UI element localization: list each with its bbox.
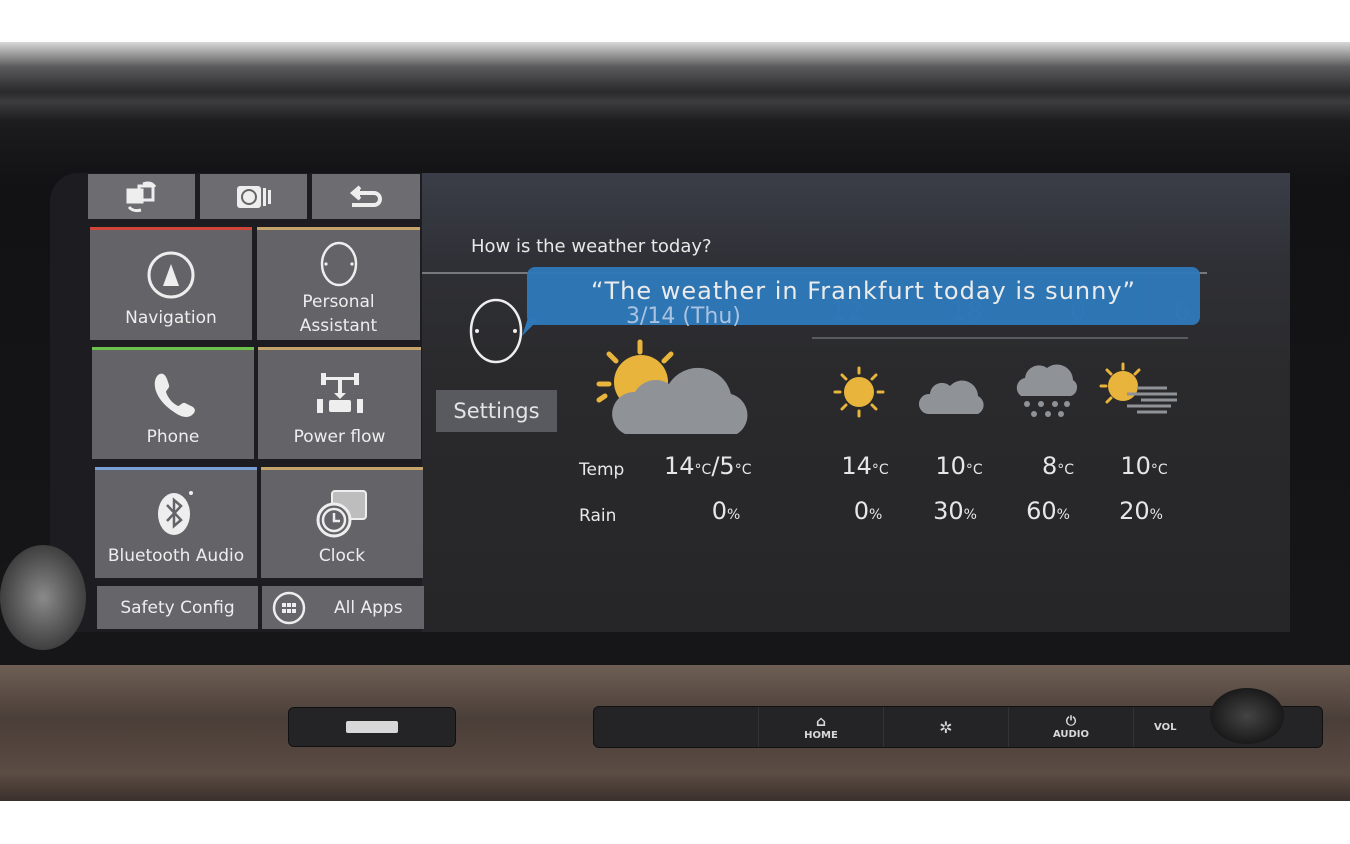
climate-button[interactable]: ✲	[884, 707, 1009, 747]
temp-value: 8	[1041, 452, 1058, 480]
rain-value: 30	[933, 497, 964, 525]
tile-label: Personal Assistant	[299, 292, 378, 336]
forecast-divider	[812, 337, 1188, 339]
hardware-knob-left[interactable]	[0, 545, 86, 650]
bluetooth-icon	[158, 491, 193, 535]
vol-label: VOL	[1154, 721, 1177, 733]
tile-label: Navigation	[125, 308, 217, 328]
unit: %	[868, 507, 883, 523]
tile-phone[interactable]: Phone	[92, 347, 254, 459]
tile-label: Phone	[146, 427, 200, 447]
temp-value: 10	[1120, 452, 1151, 480]
phone-icon	[154, 373, 195, 417]
rain-value: 0	[853, 497, 869, 525]
temp-low: 5	[719, 452, 735, 480]
tile-label: Power flow	[293, 427, 386, 447]
temp-value: 14	[841, 452, 872, 480]
back-icon	[349, 184, 382, 207]
rain-value: 20	[1119, 497, 1150, 525]
today-temp: 14°C/5°C	[664, 452, 752, 480]
all-apps-button[interactable]: All Apps	[262, 586, 424, 629]
unit: °C	[965, 462, 983, 478]
assistant-avatar-icon	[469, 298, 523, 364]
safety-config-button[interactable]: Safety Config	[97, 586, 258, 629]
unit: °C	[734, 462, 752, 478]
unit: °C	[871, 462, 889, 478]
history-button[interactable]	[200, 174, 307, 219]
unit: %	[1149, 507, 1163, 523]
assistant-icon	[320, 241, 357, 287]
safety-config-label: Safety Config	[120, 597, 235, 618]
user-question: How is the weather today?	[471, 236, 712, 257]
settings-button[interactable]: Settings	[436, 390, 557, 432]
temp-high: 14	[664, 452, 695, 480]
home-icon: ⌂	[815, 713, 827, 730]
unit: %	[1056, 507, 1070, 523]
temp-label: Temp	[579, 460, 625, 480]
history-icon	[236, 185, 271, 208]
ev-mode-button[interactable]	[288, 707, 456, 747]
assistant-response: “The weather in Frankfurt today is sunny…	[591, 277, 1136, 305]
apps-grid-icon	[272, 591, 306, 624]
forecast-rain: 20%	[1091, 497, 1191, 525]
screen-switch-button[interactable]	[88, 174, 195, 219]
power-icon: ⏻	[1065, 714, 1077, 729]
rain-label: Rain	[579, 506, 617, 526]
forecast-date: 3/14 (Thu)	[626, 304, 741, 329]
rain-value: 0	[711, 497, 727, 525]
settings-label: Settings	[453, 399, 540, 423]
sunny-icon	[833, 366, 885, 418]
tile-personal-assistant[interactable]: Personal Assistant	[257, 227, 420, 340]
power-flow-icon	[316, 373, 363, 413]
tile-power-flow[interactable]: Power flow	[258, 347, 421, 459]
temp-value: 10	[935, 452, 966, 480]
partly-sunny-icon	[596, 339, 748, 434]
audio-button[interactable]: ⏻ AUDIO	[1009, 707, 1134, 747]
unit: %	[726, 507, 741, 523]
home-label: HOME	[804, 729, 838, 741]
tile-label: Bluetooth Audio	[107, 546, 245, 566]
ev-icon	[346, 721, 398, 733]
forecast-temp: 10°C	[1094, 452, 1194, 480]
cloudy-icon	[918, 380, 984, 414]
forecast-temp: 8°C	[1008, 452, 1108, 480]
today-rain: 0%	[676, 497, 776, 525]
hardware-button-blank[interactable]	[594, 707, 759, 747]
forecast-temp: 14°C	[815, 452, 915, 480]
navigation-icon	[147, 251, 195, 299]
home-button[interactable]: ⌂ HOME	[759, 707, 884, 747]
audio-label: AUDIO	[1052, 729, 1090, 740]
forecast-rain: 0%	[818, 497, 918, 525]
unit: %	[963, 507, 977, 523]
forecast-rain: 60%	[998, 497, 1098, 525]
climate-icon: ✲	[939, 717, 953, 737]
rain-value: 60	[1026, 497, 1057, 525]
clock-icon	[316, 490, 367, 538]
sun-fog-icon	[1099, 362, 1177, 414]
tile-clock[interactable]: Clock	[261, 467, 423, 578]
forecast-rain: 30%	[905, 497, 1005, 525]
snow-icon	[1016, 364, 1078, 417]
tile-label: Clock	[318, 546, 366, 566]
screen-switch-icon	[126, 181, 156, 212]
back-button[interactable]	[312, 174, 420, 219]
all-apps-label: All Apps	[334, 597, 403, 618]
unit: °C	[1150, 462, 1168, 478]
forecast-temp: 10°C	[909, 452, 1009, 480]
unit: °C	[1057, 462, 1075, 478]
tile-bluetooth-audio[interactable]: Bluetooth Audio	[95, 467, 257, 578]
volume-knob[interactable]	[1210, 688, 1284, 744]
tile-navigation[interactable]: Navigation	[90, 227, 252, 340]
unit: °C	[694, 462, 712, 478]
